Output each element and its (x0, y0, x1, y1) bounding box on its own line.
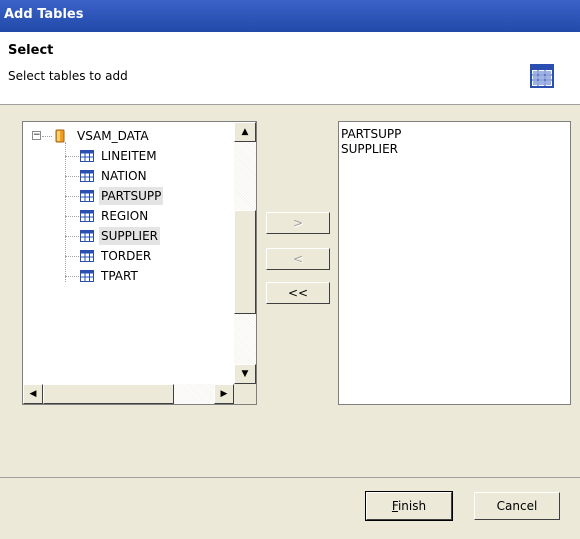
finish-button[interactable]: Finish (365, 491, 453, 521)
tree-item-label: TORDER (101, 249, 152, 263)
table-icon (80, 190, 94, 202)
table-icon (80, 210, 94, 222)
page-description: Select tables to add (8, 69, 128, 83)
tree-connector (65, 156, 79, 157)
scroll-up-arrow-icon[interactable]: ▲ (234, 122, 256, 142)
tree-connector (65, 196, 79, 197)
table-grid-icon (530, 64, 554, 88)
database-icon (55, 129, 65, 143)
scroll-left-arrow-icon[interactable]: ◀ (23, 384, 43, 404)
add-tables-dialog: Add Tables Select Select tables to add −… (0, 0, 580, 539)
tree-item-supplier[interactable]: SUPPLIER (23, 226, 233, 246)
tree-item-label: LINEITEM (101, 149, 157, 163)
tree-root-row[interactable]: − VSAM_DATA (23, 126, 233, 146)
tree-item-label: PARTSUPP (99, 187, 164, 205)
scroll-down-arrow-icon[interactable]: ▼ (234, 364, 256, 384)
page-title: Select (8, 43, 54, 58)
tree-item-tpart[interactable]: TPART (23, 266, 233, 286)
tree-horizontal-scrollbar[interactable]: ◀ ▶ (23, 384, 234, 404)
add-button[interactable]: > (266, 212, 330, 234)
window-title: Add Tables (4, 7, 84, 22)
table-icon (80, 170, 94, 182)
tree-connector (65, 176, 79, 177)
tree-item-label: TPART (101, 269, 138, 283)
tree-vertical-scrollbar[interactable]: ▲ ▼ (234, 122, 256, 386)
tree-item-partsupp[interactable]: PARTSUPP (23, 186, 233, 206)
tree-root-label: VSAM_DATA (77, 129, 149, 143)
list-item[interactable]: SUPPLIER (341, 142, 398, 157)
tree-connector (65, 256, 79, 257)
tree-item-label: REGION (101, 209, 149, 223)
tree-item-region[interactable]: REGION (23, 206, 233, 226)
selected-tables-list[interactable]: PARTSUPP SUPPLIER (338, 121, 571, 405)
tree-item-lineitem[interactable]: LINEITEM (23, 146, 233, 166)
tree-item-nation[interactable]: NATION (23, 166, 233, 186)
remove-all-button[interactable]: << (266, 282, 330, 304)
table-icon (80, 270, 94, 282)
tree-connector (42, 136, 52, 137)
scrollbar-corner (234, 384, 256, 404)
tree-item-label: SUPPLIER (99, 227, 161, 245)
cancel-button[interactable]: Cancel (474, 492, 560, 520)
finish-label: inish (397, 499, 427, 513)
tree-item-torder[interactable]: TORDER (23, 246, 233, 266)
title-bar[interactable]: Add Tables (0, 0, 580, 32)
vertical-scroll-thumb[interactable] (234, 210, 256, 314)
table-icon (80, 250, 94, 262)
available-tables-tree[interactable]: − VSAM_DATA LINEITEM NATION PARTSUPP REG… (22, 121, 257, 405)
scroll-right-arrow-icon[interactable]: ▶ (214, 384, 234, 404)
list-item[interactable]: PARTSUPP (341, 127, 401, 142)
tree-connector (65, 276, 79, 277)
wizard-header: Select Select tables to add (0, 32, 580, 105)
collapse-icon[interactable]: − (32, 131, 41, 140)
table-icon (80, 150, 94, 162)
tree-item-label: NATION (101, 169, 147, 183)
tree-connector (65, 236, 79, 237)
remove-button[interactable]: < (266, 248, 330, 270)
table-icon (80, 230, 94, 242)
tree-connector (65, 216, 79, 217)
horizontal-scroll-thumb[interactable] (43, 384, 174, 404)
